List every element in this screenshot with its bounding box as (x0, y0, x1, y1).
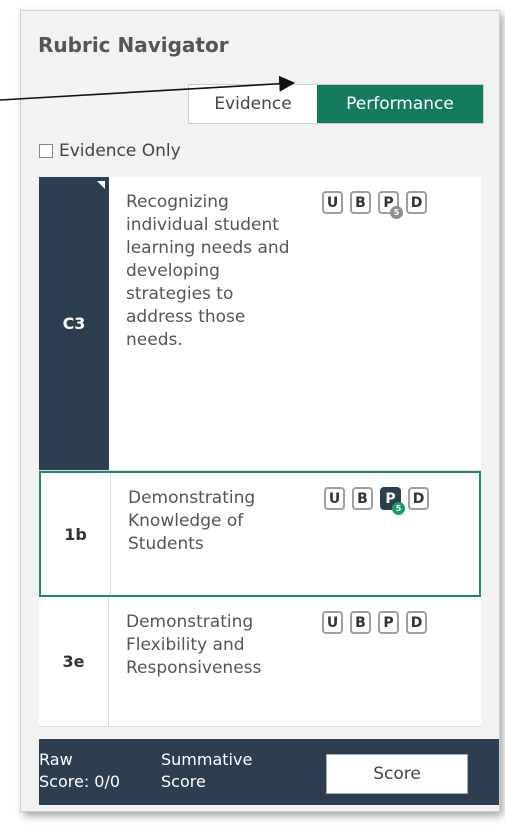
view-toggle: Evidence Performance (188, 84, 484, 124)
score-chip-b[interactable]: B (350, 611, 371, 634)
rubric-row-c3[interactable]: C3 Recognizing individual student learni… (39, 177, 481, 471)
score-options: U B P 5 D (299, 177, 481, 470)
rubric-code: C3 (39, 177, 109, 470)
rubric-list: C3 Recognizing individual student learni… (39, 177, 481, 727)
evidence-only-label: Evidence Only (59, 141, 181, 161)
score-chip-d[interactable]: D (406, 611, 427, 634)
rubric-navigator-panel: Rubric Navigator Evidence Performance Ev… (20, 10, 500, 812)
rubric-row-3e[interactable]: 3e Demonstrating Flexibility and Respons… (39, 597, 481, 727)
score-chip-u[interactable]: U (322, 611, 343, 634)
score-chip-p-selected[interactable]: P 5 (380, 487, 405, 515)
panel-title: Rubric Navigator (38, 33, 229, 57)
score-button[interactable]: Score (326, 754, 468, 794)
rubric-row-1b[interactable]: 1b Demonstrating Knowledge of Students U… (39, 471, 481, 597)
score-chip-b[interactable]: B (352, 487, 373, 510)
score-chip-p[interactable]: P 5 (378, 191, 403, 219)
rubric-description: Demonstrating Knowledge of Students (128, 488, 256, 554)
score-chip-d[interactable]: D (408, 487, 429, 510)
raw-score-value: Score: 0/0 (39, 772, 121, 791)
raw-score: Raw Score: 0/0 (39, 750, 121, 791)
summative-score-label: Summative Score (161, 750, 253, 791)
evidence-toggle-button[interactable]: Evidence (189, 85, 317, 123)
score-options: U B P 5 D (301, 473, 479, 595)
corner-flag-icon (97, 181, 105, 189)
rubric-description: Recognizing individual student learning … (126, 192, 290, 350)
evidence-only-option[interactable]: Evidence Only (39, 141, 181, 161)
score-options: U B P D (299, 597, 481, 726)
score-chip-b[interactable]: B (350, 191, 371, 214)
rubric-code: 3e (39, 597, 109, 726)
score-chip-u[interactable]: U (322, 191, 343, 214)
performance-toggle-button[interactable]: Performance (317, 85, 483, 123)
evidence-count-badge: 5 (392, 502, 405, 515)
evidence-count-badge: 5 (390, 206, 403, 219)
evidence-only-checkbox[interactable] (39, 144, 53, 158)
score-chip-u[interactable]: U (324, 487, 345, 510)
rubric-description: Demonstrating Flexibility and Responsive… (126, 612, 262, 678)
rubric-code: 1b (41, 473, 111, 595)
score-chip-d[interactable]: D (406, 191, 427, 214)
score-footer: Raw Score: 0/0 Summative Score Score (39, 739, 499, 805)
score-chip-p[interactable]: P (378, 611, 399, 634)
